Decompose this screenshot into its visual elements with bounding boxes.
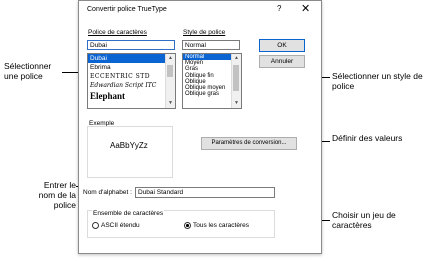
radio-ascii-label[interactable]: ASCII étendu	[101, 222, 140, 229]
radio-all-characters[interactable]	[184, 222, 191, 229]
alphabet-name-input[interactable]: Dubai Standard	[135, 187, 275, 198]
conversion-settings-button[interactable]: Paramètres de conversion...	[201, 137, 297, 150]
style-list-scrollbar[interactable]: ▲ ▼	[231, 54, 241, 108]
scroll-thumb[interactable]	[167, 65, 173, 77]
font-input[interactable]: Dubai	[87, 40, 175, 50]
sample-box: AaBbYyZz	[87, 126, 173, 178]
font-list-item[interactable]: ECCENTRIC STD	[88, 72, 175, 81]
scroll-up-icon[interactable]: ▲	[166, 54, 175, 63]
cancel-button[interactable]: Annuler	[259, 55, 305, 68]
ok-button[interactable]: OK	[259, 39, 305, 52]
style-label: Style de police	[183, 29, 226, 36]
callout-select-style: Sélectionner un style de police	[332, 71, 423, 91]
font-list-item[interactable]: Ebrima	[88, 63, 175, 72]
font-list-scrollbar[interactable]: ▲ ▼	[165, 54, 175, 108]
convert-truetype-dialog: Convertir police TrueType ? ✕ Police de …	[78, 0, 322, 254]
scroll-down-icon[interactable]: ▼	[232, 99, 241, 108]
charset-label: Ensemble de caractères	[92, 210, 165, 217]
font-list-item[interactable]: Elephant	[88, 90, 175, 102]
font-list[interactable]: Dubai Ebrima ECCENTRIC STD Edwardian Script…	[87, 53, 176, 109]
font-list-item[interactable]: Edwardian Script ITC	[88, 81, 175, 90]
close-icon[interactable]: ✕	[301, 2, 310, 15]
callout-choose-charset: Choisir un jeu de caractères	[332, 210, 396, 230]
scroll-up-icon[interactable]: ▲	[232, 54, 241, 63]
charset-group: Ensemble de caractères ASCII étendu Tous…	[87, 210, 275, 238]
radio-ascii-extended[interactable]	[92, 222, 99, 229]
style-input[interactable]: Normal	[182, 40, 240, 50]
radio-all-label[interactable]: Tous les caractères	[193, 222, 249, 229]
font-label: Police de caractères	[88, 29, 147, 36]
dialog-title: Convertir police TrueType	[87, 6, 167, 13]
font-list-item[interactable]: Dubai	[88, 54, 175, 63]
callout-select-font: Sélectionner une police	[4, 61, 52, 81]
title-bar: Convertir police TrueType ? ✕	[79, 1, 321, 19]
sample-text: AaBbYyZz	[110, 141, 148, 150]
help-icon[interactable]: ?	[277, 4, 281, 13]
style-list[interactable]: Normal Moyen Gras Oblique fin Oblique Oblique…	[182, 53, 242, 109]
scroll-down-icon[interactable]: ▼	[166, 99, 175, 108]
callout-define-values: Définir des valeurs	[332, 133, 403, 143]
alphabet-label: Nom d'alphabet :	[83, 189, 132, 196]
scroll-thumb[interactable]	[233, 65, 239, 91]
callout-enter-name: Entrer le nom de la police	[38, 180, 76, 210]
